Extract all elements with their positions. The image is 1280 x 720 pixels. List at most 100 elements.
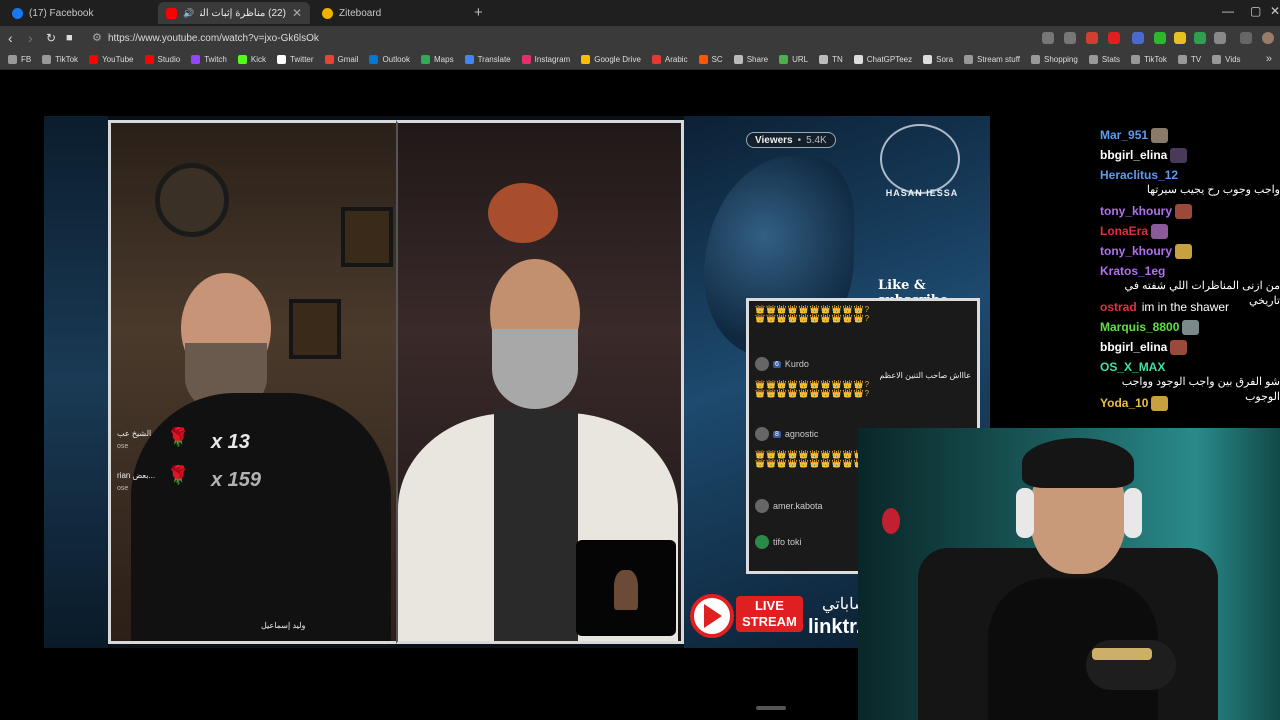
bookmark-stream-stuff[interactable]: Stream stuff bbox=[964, 55, 1020, 64]
minimize-button[interactable]: — bbox=[1222, 4, 1234, 18]
forward-icon[interactable]: › bbox=[28, 30, 33, 46]
extensions-puzzle-icon[interactable] bbox=[1214, 32, 1226, 44]
chat-username[interactable]: Heraclitus_12 bbox=[1100, 168, 1178, 182]
extension-icon[interactable] bbox=[1132, 32, 1144, 44]
tab-ziteboard[interactable]: Ziteboard bbox=[314, 2, 466, 24]
chat-text: im in the shawer bbox=[1141, 300, 1230, 314]
chat-message: bbgirl_elina bbox=[1100, 340, 1280, 356]
bookmark-fb[interactable]: FB bbox=[8, 55, 31, 64]
bookmark-tiktok[interactable]: TikTok bbox=[1131, 55, 1167, 64]
bookmarks-overflow-button[interactable]: » bbox=[1266, 53, 1272, 65]
emote-icon bbox=[1182, 320, 1200, 336]
bookmark-twitter[interactable]: Twitter bbox=[276, 55, 314, 64]
horizontal-scrollbar[interactable] bbox=[756, 706, 786, 710]
debater-right-shirt bbox=[494, 409, 578, 641]
chat-username[interactable]: Kratos_1eg bbox=[1100, 264, 1165, 278]
bookmark-tiktok[interactable]: TikTok bbox=[42, 55, 78, 64]
bookmark-label: Google Drive bbox=[594, 55, 641, 64]
gift-2-sub: ose bbox=[117, 485, 129, 492]
bookmark-label: Arabic bbox=[664, 55, 688, 64]
bookmark-sc[interactable]: SC bbox=[698, 55, 723, 64]
bookmark-label: TikTok bbox=[1144, 55, 1167, 64]
cast-icon[interactable] bbox=[1042, 32, 1054, 44]
chat-message: ostrad im in the shawer bbox=[1100, 300, 1280, 315]
tn-icon bbox=[819, 55, 829, 64]
bookmark-arabic[interactable]: Arabic bbox=[651, 55, 688, 64]
emote-icon bbox=[1175, 204, 1193, 220]
profile-avatar[interactable] bbox=[1262, 32, 1274, 44]
bookmark-sora[interactable]: Sora bbox=[923, 55, 953, 64]
bookmark-google-drive[interactable]: Google Drive bbox=[581, 55, 641, 64]
debater-right-beard bbox=[492, 329, 578, 409]
youtube-video-player[interactable]: 🌹 الشيخ عب ose x 13 🌹 rian بعض... ose x … bbox=[44, 116, 990, 648]
streamer-cap bbox=[1022, 438, 1134, 488]
wall-clock-image bbox=[155, 163, 229, 237]
bookmark-label: YouTube bbox=[102, 55, 134, 64]
audio-playing-icon[interactable]: 🔊 bbox=[183, 8, 194, 19]
maximize-button[interactable]: ▢ bbox=[1250, 4, 1261, 18]
folder-icon bbox=[964, 55, 974, 64]
extension-icon[interactable] bbox=[1174, 32, 1186, 44]
chat-username[interactable]: ostrad bbox=[1100, 300, 1137, 314]
emote-icon bbox=[1170, 340, 1188, 356]
bookmark-label: TV bbox=[1190, 55, 1202, 64]
bookmark-shopping[interactable]: Shopping bbox=[1031, 55, 1078, 64]
viewers-label: Viewers bbox=[755, 134, 793, 146]
bookmark-chatgpteez[interactable]: ChatGPTeez bbox=[853, 55, 912, 64]
bookmark-label: SC bbox=[711, 55, 723, 64]
back-icon[interactable]: ‹ bbox=[8, 30, 13, 46]
reload-icon[interactable]: ↻ bbox=[46, 30, 56, 46]
bookmark-tv[interactable]: TV bbox=[1177, 55, 1202, 64]
bookmark-instagram[interactable]: Instagram bbox=[521, 55, 570, 64]
new-tab-button[interactable]: + bbox=[474, 4, 483, 21]
share-page-icon[interactable] bbox=[1064, 32, 1076, 44]
video-stage: 🌹 الشيخ عب ose x 13 🌹 rian بعض... ose x … bbox=[0, 70, 1280, 720]
emote-icon bbox=[1175, 244, 1193, 260]
bookmark-gmail[interactable]: Gmail bbox=[324, 55, 358, 64]
chat-username[interactable]: OS_X_MAX bbox=[1100, 360, 1165, 374]
close-window-button[interactable]: ✕ bbox=[1270, 4, 1280, 18]
bookmark-label: Sora bbox=[936, 55, 954, 64]
url-text: https://www.youtube.com/watch?v=jxo-Gk6l… bbox=[108, 32, 319, 44]
gmail-icon bbox=[324, 55, 334, 64]
chat-username[interactable]: LonaEra bbox=[1100, 224, 1148, 238]
close-tab-icon[interactable]: ✕ bbox=[292, 6, 302, 20]
bookmark-outlook[interactable]: Outlook bbox=[369, 55, 410, 64]
extension-icon[interactable] bbox=[1194, 32, 1206, 44]
brave-shield-icon[interactable] bbox=[1086, 32, 1098, 44]
bookmark-twitch[interactable]: Twitch bbox=[191, 55, 227, 64]
chat-username[interactable]: Marquis_8800 bbox=[1100, 320, 1179, 334]
tc-crowns: 👑👑👑👑👑👑👑👑👑👑? bbox=[755, 380, 871, 389]
rose-gift-icon: 🌹 bbox=[167, 465, 190, 485]
bookmark-label: TikTok bbox=[55, 55, 79, 64]
shelf-image bbox=[341, 207, 393, 267]
chat-username[interactable]: tony_khoury bbox=[1100, 244, 1172, 258]
chat-username[interactable]: bbgirl_elina bbox=[1100, 148, 1167, 162]
bookmark-tn[interactable]: TN bbox=[819, 55, 843, 64]
chat-username[interactable]: Mar_951 bbox=[1100, 128, 1148, 142]
bookmark-share[interactable]: Share bbox=[733, 55, 768, 64]
bookmark-icon[interactable]: ■ bbox=[66, 30, 73, 46]
bookmark-stats[interactable]: Stats bbox=[1088, 55, 1120, 64]
bookmark-url[interactable]: URL bbox=[779, 55, 808, 64]
site-info-icon[interactable]: ⚙ bbox=[92, 31, 102, 44]
ziteboard-icon bbox=[322, 7, 333, 19]
chat-username[interactable]: tony_khoury bbox=[1100, 204, 1172, 218]
tab-label: (22) مناظرة إثبات النبوة العامة bbox=[200, 7, 286, 19]
tab-facebook[interactable]: (17) Facebook bbox=[4, 2, 156, 24]
media-control-icon[interactable] bbox=[1240, 32, 1252, 44]
bookmark-youtube[interactable]: YouTube bbox=[89, 55, 134, 64]
tab-youtube-active[interactable]: 🔊 (22) مناظرة إثبات النبوة العامة ✕ bbox=[158, 2, 310, 24]
bookmark-maps[interactable]: Maps bbox=[421, 55, 454, 64]
url-bar[interactable]: ⚙ https://www.youtube.com/watch?v=jxo-Gk… bbox=[84, 28, 1024, 48]
extension-icon[interactable] bbox=[1154, 32, 1166, 44]
chat-username[interactable]: bbgirl_elina bbox=[1100, 340, 1167, 354]
chat-username[interactable]: Yoda_10 bbox=[1100, 396, 1148, 410]
bookmark-vids[interactable]: Vids bbox=[1212, 55, 1241, 64]
bookmark-studio[interactable]: Studio bbox=[144, 55, 180, 64]
screen: (17) Facebook 🔊 (22) مناظرة إثبات النبوة… bbox=[0, 0, 1280, 720]
brave-rewards-icon[interactable] bbox=[1108, 32, 1120, 44]
bookmark-kick[interactable]: Kick bbox=[237, 55, 266, 64]
bookmark-label: Twitter bbox=[289, 55, 314, 64]
bookmark-translate[interactable]: Translate bbox=[464, 55, 511, 64]
